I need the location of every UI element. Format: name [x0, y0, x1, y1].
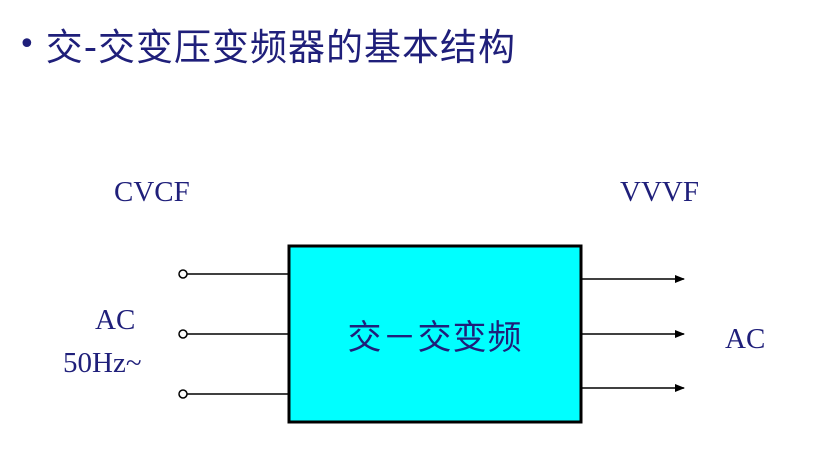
input-terminal-2 [178, 329, 188, 339]
input-frequency-label: 50Hz~ [63, 347, 142, 379]
input-top-label: CVCF [114, 176, 190, 208]
input-terminal-1 [178, 269, 188, 279]
output-arrows [581, 275, 685, 392]
output-top-label: VVVF [620, 176, 699, 208]
input-terminal-3 [178, 389, 188, 399]
output-ac-label: AC [725, 323, 766, 355]
converter-label: 交－交变频 [347, 317, 523, 358]
input-ac-label: AC [95, 304, 136, 336]
input-terminals [178, 269, 289, 399]
